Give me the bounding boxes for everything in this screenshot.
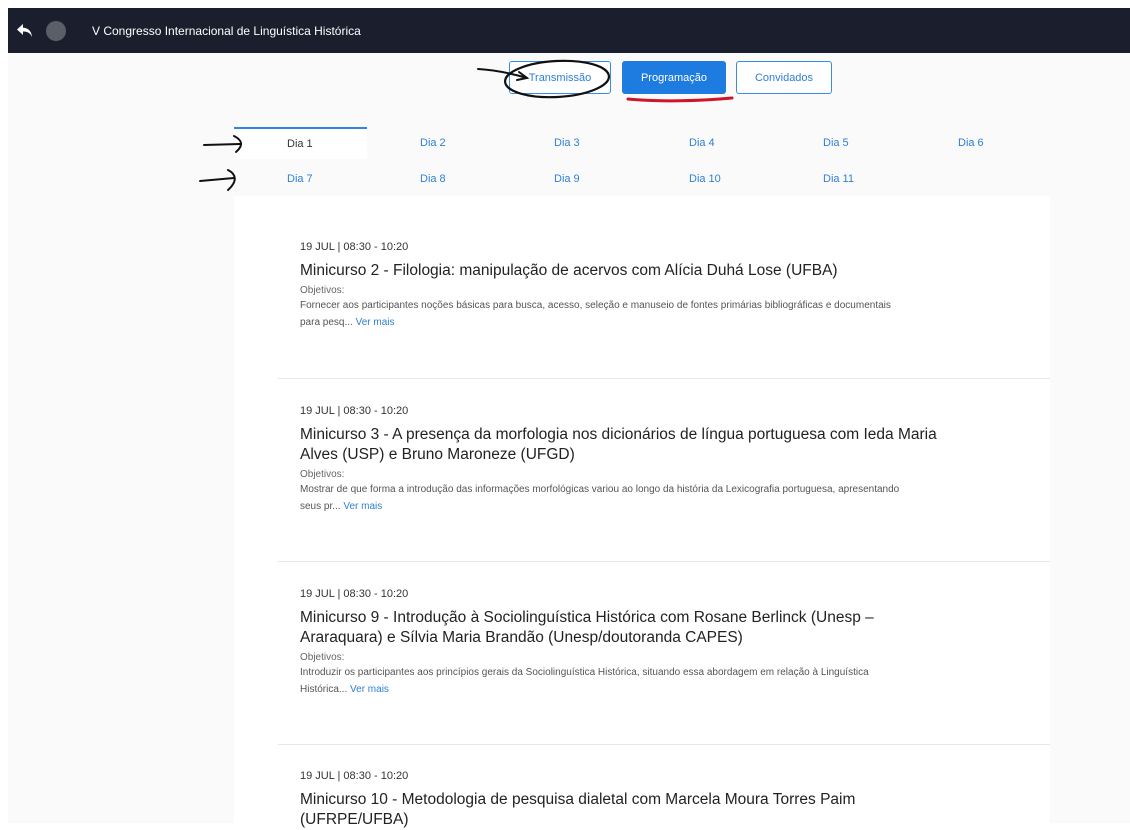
event-item: 19 JUL | 08:30 - 10:20 Minicurso 3 - A p… <box>300 405 940 515</box>
event-date: 19 JUL | 08:30 - 10:20 <box>300 588 409 600</box>
event-date: 19 JUL | 08:30 - 10:20 <box>300 241 409 253</box>
objectives-label: Objetivos: <box>300 285 345 296</box>
event-description: Fornecer aos participantes noções básica… <box>300 297 900 331</box>
divider <box>278 744 1050 745</box>
back-arrow-icon[interactable] <box>14 20 36 42</box>
event-date: 19 JUL | 08:30 - 10:20 <box>300 405 409 417</box>
event-title[interactable]: Minicurso 10 - Metodologia de pesquisa d… <box>300 790 940 830</box>
tab-dia-3[interactable]: Dia 3 <box>501 127 634 159</box>
description-text: Mostrar de que forma a introdução das in… <box>300 484 900 512</box>
tab-dia-8[interactable]: Dia 8 <box>367 163 500 195</box>
event-item: 19 JUL | 08:30 - 10:20 Minicurso 10 - Me… <box>300 770 940 830</box>
convidados-button[interactable]: Convidados <box>736 61 832 94</box>
tab-dia-6[interactable]: Dia 6 <box>905 127 1038 159</box>
ver-mais-link[interactable]: Ver mais <box>356 317 395 328</box>
divider <box>278 561 1050 562</box>
ver-mais-link[interactable]: Ver mais <box>350 684 389 695</box>
programacao-button[interactable]: Programação <box>622 61 726 94</box>
event-item: 19 JUL | 08:30 - 10:20 Minicurso 9 - Int… <box>300 588 940 698</box>
tab-dia-2[interactable]: Dia 2 <box>367 127 500 159</box>
transmissao-button[interactable]: Transmissão <box>509 61 611 94</box>
event-title[interactable]: Minicurso 9 - Introdução à Sociolinguíst… <box>300 608 940 648</box>
event-date: 19 JUL | 08:30 - 10:20 <box>300 770 409 782</box>
tab-dia-5[interactable]: Dia 5 <box>770 127 903 159</box>
tab-dia-4[interactable]: Dia 4 <box>636 127 769 159</box>
objectives-label: Objetivos: <box>300 469 345 480</box>
tab-dia-7[interactable]: Dia 7 <box>234 163 367 195</box>
event-description: Introduzir os participantes aos princípi… <box>300 664 900 698</box>
event-description: Mostrar de que forma a introdução das in… <box>300 481 900 515</box>
ver-mais-link[interactable]: Ver mais <box>343 501 382 512</box>
objectives-label: Objetivos: <box>300 652 345 663</box>
tab-dia-1[interactable]: Dia 1 <box>234 127 367 159</box>
divider <box>278 378 1050 379</box>
event-title[interactable]: Minicurso 3 - A presença da morfologia n… <box>300 425 940 465</box>
tab-dia-10[interactable]: Dia 10 <box>636 163 769 195</box>
event-item: 19 JUL | 08:30 - 10:20 Minicurso 2 - Fil… <box>300 241 940 331</box>
app-title: V Congresso Internacional de Linguística… <box>92 23 361 38</box>
event-title[interactable]: Minicurso 2 - Filologia: manipulação de … <box>300 261 940 281</box>
tab-dia-11[interactable]: Dia 11 <box>770 163 903 195</box>
title-bar: V Congresso Internacional de Linguística… <box>8 8 1130 53</box>
tab-dia-9[interactable]: Dia 9 <box>501 163 634 195</box>
app-status-icon <box>46 20 66 41</box>
